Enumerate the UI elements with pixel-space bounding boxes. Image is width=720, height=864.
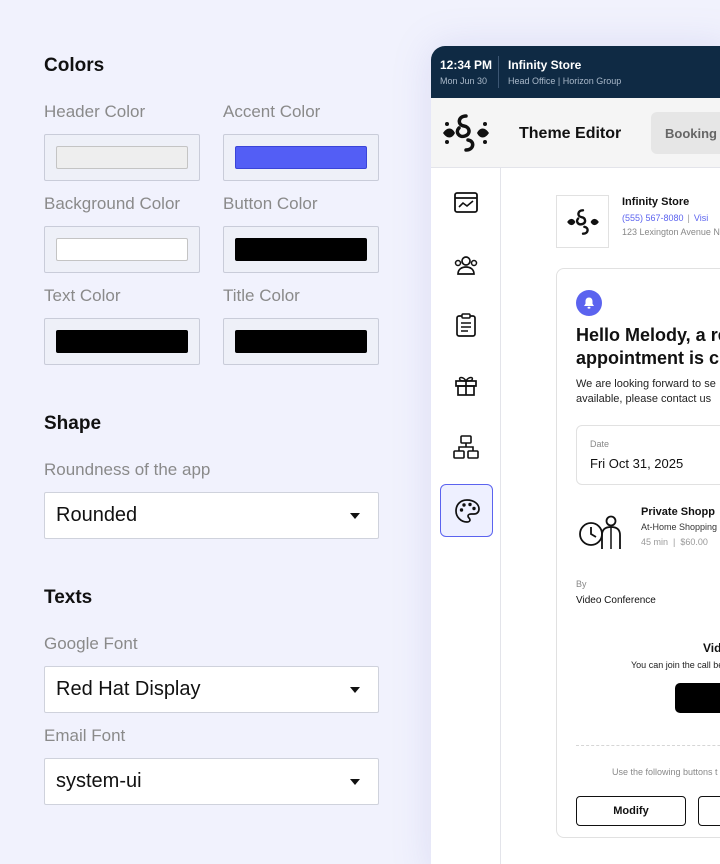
button-color-label: Button Color: [223, 194, 318, 213]
store-address: 123 Lexington Avenue N: [622, 227, 720, 237]
by-value: Video Conference: [576, 595, 656, 606]
app-preview: 12:34 PM Mon Jun 30 Infinity Store Head …: [431, 46, 720, 864]
sidebar: [431, 98, 501, 864]
intro-text: We are looking forward to se available, …: [576, 377, 716, 407]
store-contact: (555) 567-8080 | Visi: [622, 213, 709, 223]
dashboard-icon[interactable]: [453, 190, 479, 216]
header-color-picker[interactable]: [44, 134, 200, 181]
roundness-select[interactable]: Rounded: [44, 492, 379, 539]
background-color-picker[interactable]: [44, 226, 200, 273]
button-color-swatch: [235, 238, 367, 261]
email-font-value: system-ui: [56, 770, 142, 792]
dashed-divider: [576, 745, 720, 746]
title-color-swatch: [235, 330, 367, 353]
google-font-select[interactable]: Red Hat Display: [44, 666, 379, 713]
theme-nav-item[interactable]: [440, 484, 493, 537]
ornament-logo-icon: [566, 208, 599, 235]
text-color-label: Text Color: [44, 286, 121, 305]
colors-section-title: Colors: [44, 55, 105, 76]
personal-shopper-icon: [579, 515, 621, 549]
date-label: Date: [590, 439, 610, 449]
store-name: Infinity Store: [622, 196, 690, 208]
page-title: Theme Editor: [519, 125, 622, 142]
texts-section-title: Texts: [44, 587, 93, 608]
shape-section-title: Shape: [44, 413, 102, 434]
service-name: Private Shopp: [641, 506, 715, 518]
brand-logo: [431, 98, 501, 168]
service-subtitle: At-Home Shopping: [641, 522, 718, 532]
service-duration: 45 min: [641, 537, 669, 547]
clock-time: 12:34 PM: [440, 58, 493, 72]
google-font-label: Google Font: [44, 634, 138, 653]
store-phone-link[interactable]: (555) 567-8080: [622, 213, 684, 223]
clock-date: Mon Jun 30: [440, 76, 488, 86]
ornament-logo-icon: [443, 113, 489, 152]
intro-line-1: We are looking forward to se: [576, 378, 716, 390]
secondary-action-button[interactable]: [698, 796, 720, 826]
email-preview: Infinity Store (555) 567-8080 | Visi 123 L…: [501, 168, 720, 864]
tab-booking[interactable]: Booking V: [651, 112, 720, 154]
text-color-picker[interactable]: [44, 318, 200, 365]
caret-down-icon: [350, 687, 360, 693]
clipboard-icon[interactable]: [453, 312, 479, 338]
topbar-store-name: Infinity Store: [508, 58, 582, 72]
organization-icon[interactable]: [453, 434, 479, 460]
header-color-label: Header Color: [44, 102, 146, 121]
intro-line-2: available, please contact us: [576, 393, 712, 405]
video-call-subtitle: You can join the call be: [631, 660, 720, 670]
background-color-label: Background Color: [44, 194, 181, 213]
join-call-button[interactable]: [675, 683, 720, 713]
appointment-card: Hello Melody, a re appointment is c We a…: [556, 268, 720, 838]
text-color-swatch: [56, 330, 188, 353]
roundness-value: Rounded: [56, 504, 138, 526]
greeting-line-2: appointment is c: [576, 348, 720, 368]
store-visit-link[interactable]: Visi: [694, 213, 708, 223]
accent-color-label: Accent Color: [223, 102, 321, 121]
header-color-swatch: [56, 146, 188, 169]
video-call-title: Vid: [703, 641, 720, 655]
app-header: Theme Editor Booking V: [501, 98, 720, 168]
topbar-office: Head Office | Horizon Group: [508, 76, 622, 86]
email-font-label: Email Font: [44, 726, 126, 745]
accent-color-swatch: [235, 146, 367, 169]
title-color-label: Title Color: [223, 286, 300, 305]
caret-down-icon: [350, 779, 360, 785]
roundness-label: Roundness of the app: [44, 460, 211, 479]
buttons-hint: Use the following buttons t: [612, 767, 718, 777]
store-logo: [556, 195, 609, 248]
title-color-picker[interactable]: [223, 318, 379, 365]
date-field: Date Fri Oct 31, 2025: [576, 425, 720, 485]
background-color-swatch: [56, 238, 188, 261]
google-font-value: Red Hat Display: [56, 678, 201, 700]
service-price: $60.00: [680, 537, 708, 547]
date-value: Fri Oct 31, 2025: [590, 456, 684, 471]
by-label: By: [576, 579, 587, 589]
accent-color-picker[interactable]: [223, 134, 379, 181]
button-color-picker[interactable]: [223, 226, 379, 273]
caret-down-icon: [350, 513, 360, 519]
greeting-line-1: Hello Melody, a re: [576, 325, 720, 345]
bell-icon: [576, 290, 602, 316]
status-bar: 12:34 PM Mon Jun 30 Infinity Store Head …: [431, 46, 720, 98]
greeting-heading: Hello Melody, a re appointment is c: [576, 324, 720, 370]
palette-icon: [454, 498, 480, 523]
email-font-select[interactable]: system-ui: [44, 758, 379, 805]
customers-icon[interactable]: [453, 252, 479, 278]
topbar-divider: [498, 56, 499, 88]
gift-icon[interactable]: [453, 372, 479, 398]
service-meta: 45 min | $60.00: [641, 537, 708, 547]
modify-button[interactable]: Modify: [576, 796, 686, 826]
